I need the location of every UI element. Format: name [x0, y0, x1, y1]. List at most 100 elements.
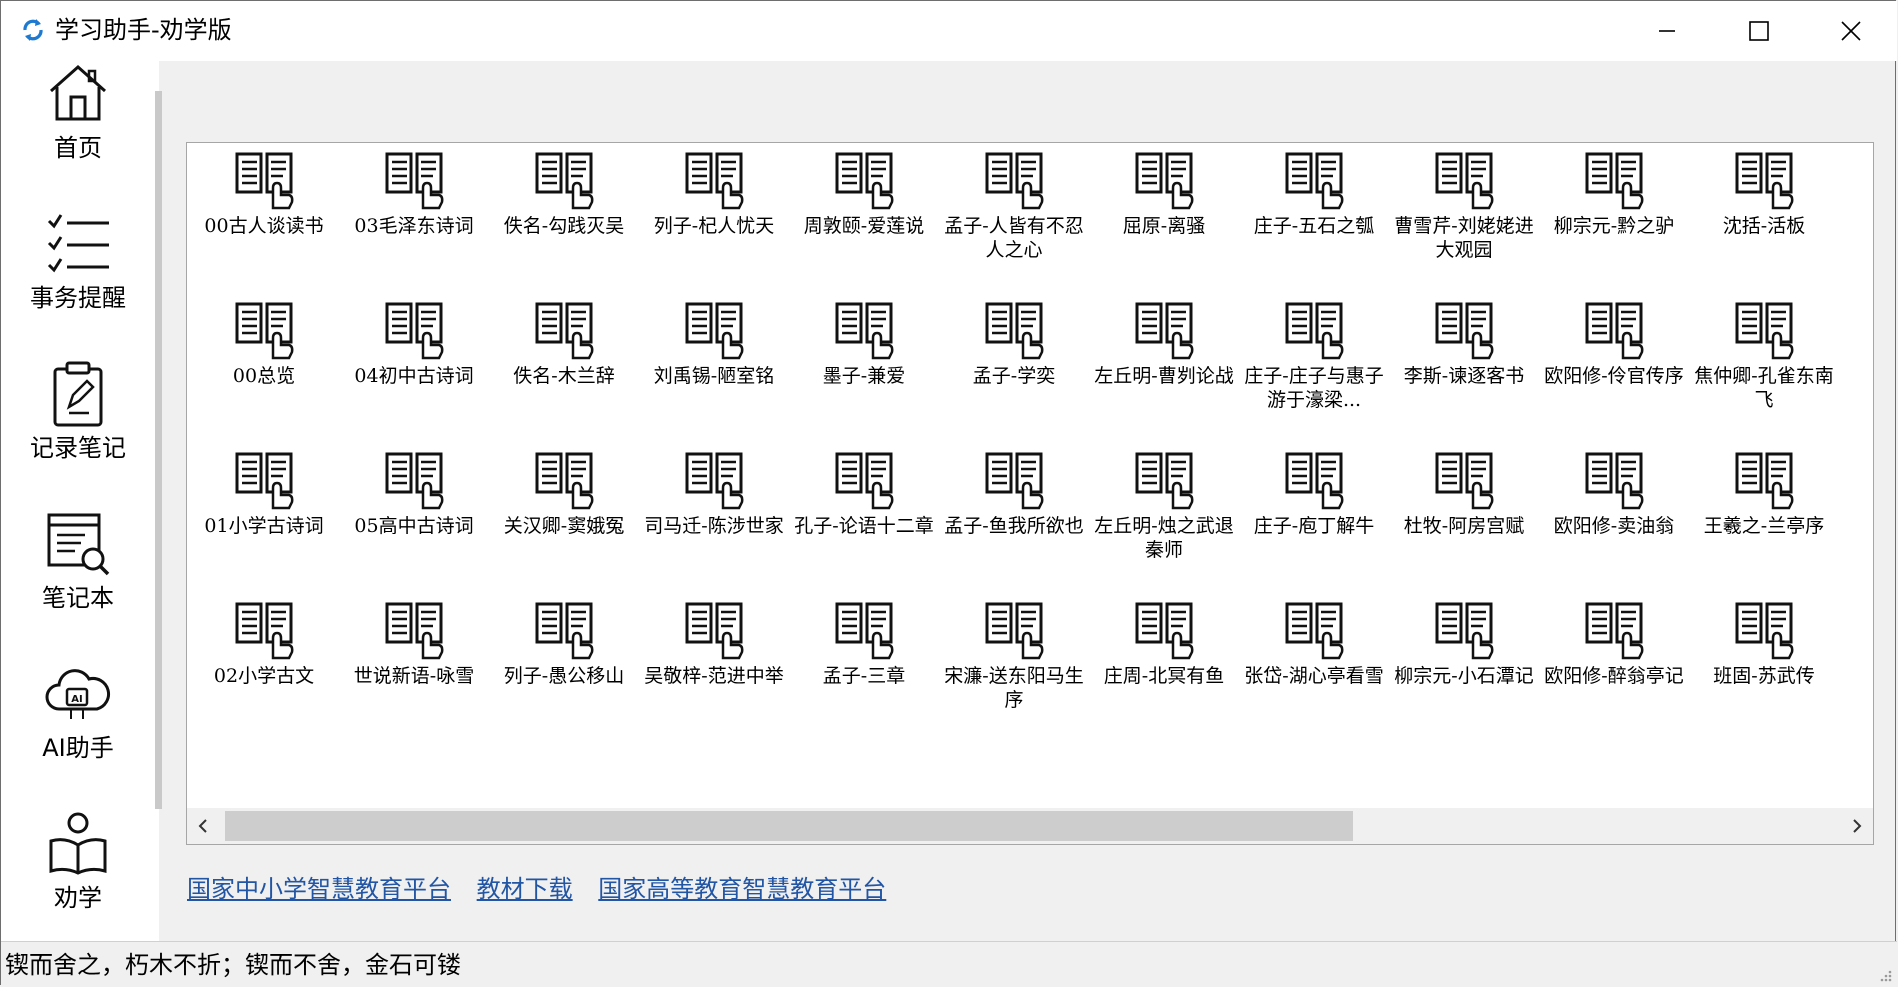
file-item[interactable]: 欧阳修-醉翁亭记 [1539, 598, 1689, 728]
sidebar: 首页 事务提醒 记录笔记 笔记本 AI AI助手 劝学 [1, 61, 159, 941]
file-item[interactable]: 孟子-鱼我所欲也 [939, 448, 1089, 578]
file-item[interactable]: 庄子-庄子与惠子游于濠梁... [1239, 298, 1389, 428]
scroll-left-arrow-icon[interactable] [193, 816, 213, 836]
file-item[interactable]: 罗 [1839, 448, 1873, 578]
file-item[interactable]: 苏 [1839, 598, 1873, 728]
sidebar-item-record-notes[interactable]: 记录笔记 [1, 361, 155, 501]
file-item[interactable]: 00总览 [189, 298, 339, 428]
file-item[interactable]: 05高中古诗词 [339, 448, 489, 578]
file-item[interactable]: 04初中古诗词 [339, 298, 489, 428]
file-item[interactable]: 礼 [1839, 148, 1873, 278]
status-quote: 锲而舍之，朽木不折；锲而不舍，金石可镂 [5, 951, 461, 979]
book-touch-icon [1735, 602, 1794, 660]
file-item[interactable]: 左丘明-烛之武退秦师 [1089, 448, 1239, 578]
file-item[interactable]: 司马迁-陈涉世家 [639, 448, 789, 578]
file-item[interactable]: 左丘明-曹刿论战 [1089, 298, 1239, 428]
file-item[interactable]: 佚名-勾践灭吴 [489, 148, 639, 278]
book-touch-icon [535, 302, 594, 360]
file-item[interactable]: 欧阳修-卖油翁 [1539, 448, 1689, 578]
file-item[interactable]: 宋濂-送东阳马生序 [939, 598, 1089, 728]
file-name-label: 孟子-三章 [822, 665, 906, 687]
maximize-button[interactable] [1713, 1, 1805, 61]
book-touch-icon [1585, 152, 1644, 210]
file-item[interactable]: 03毛泽东诗词 [339, 148, 489, 278]
reader-icon [49, 812, 107, 875]
file-item[interactable]: 屈原-离骚 [1089, 148, 1239, 278]
file-item[interactable]: 王羲之-兰亭序 [1689, 448, 1839, 578]
file-item[interactable]: 佚名-木兰辞 [489, 298, 639, 428]
book-touch-icon [985, 152, 1044, 210]
file-item[interactable]: 02小学古文 [189, 598, 339, 728]
file-item[interactable]: 孟子-三章 [789, 598, 939, 728]
scroll-right-arrow-icon[interactable] [1847, 816, 1867, 836]
book-touch-icon [1585, 302, 1644, 360]
file-item[interactable]: 世说新语-咏雪 [339, 598, 489, 728]
file-item[interactable]: 曹雪芹-刘姥姥进大观园 [1389, 148, 1539, 278]
book-touch-icon [835, 452, 894, 510]
sidebar-item-encourage-study[interactable]: 劝学 [1, 811, 155, 951]
horizontal-scrollbar[interactable] [187, 808, 1873, 844]
sidebar-scrollbar[interactable] [155, 91, 162, 809]
file-item[interactable]: 00古人谈读书 [189, 148, 339, 278]
file-item[interactable]: 杜牧-阿房宫赋 [1389, 448, 1539, 578]
book-touch-icon [385, 152, 444, 210]
book-touch-icon [1285, 302, 1344, 360]
file-name-label: 罗 [1839, 514, 1873, 538]
file-name-label: 欧阳修-伶官传序 [1544, 365, 1684, 387]
file-name-label: 00古人谈读书 [204, 215, 324, 237]
file-name-label: 02小学古文 [213, 665, 315, 687]
file-item[interactable]: 班固-苏武传 [1689, 598, 1839, 728]
file-item[interactable]: 李斯-谏逐客书 [1389, 298, 1539, 428]
book-touch-icon [1435, 302, 1494, 360]
minimize-button[interactable] [1621, 1, 1713, 61]
file-item[interactable]: 庄周-北冥有鱼 [1089, 598, 1239, 728]
file-item[interactable]: 01小学古诗词 [189, 448, 339, 578]
maximize-icon [1749, 21, 1769, 41]
close-button[interactable] [1805, 1, 1897, 61]
file-item[interactable]: 周敦颐-爱莲说 [789, 148, 939, 278]
book-touch-icon [1285, 452, 1344, 510]
link-textbook-download[interactable]: 教材下载 [477, 875, 573, 903]
file-name-label: 孔子-论语十二章 [794, 515, 934, 537]
file-item[interactable]: 墨子-兼爱 [789, 298, 939, 428]
book-touch-icon [385, 602, 444, 660]
file-item[interactable]: 张岱-湖心亭看雪 [1239, 598, 1389, 728]
sidebar-item-ai-assistant[interactable]: AI AI助手 [1, 661, 155, 801]
file-name-label: 05高中古诗词 [354, 515, 474, 537]
sidebar-item-notebook[interactable]: 笔记本 [1, 511, 155, 651]
file-name-label: 沈括-活板 [1722, 215, 1806, 237]
file-item[interactable]: 礼 [1839, 298, 1873, 428]
file-item[interactable]: 吴敬梓-范进中举 [639, 598, 789, 728]
file-item[interactable]: 沈括-活板 [1689, 148, 1839, 278]
file-name-label: 左丘明-烛之武退秦师 [1094, 515, 1234, 561]
file-item[interactable]: 柳宗元-黔之驴 [1539, 148, 1689, 278]
file-name-label: 关汉卿-窦娥冤 [503, 515, 625, 537]
file-item[interactable]: 孔子-论语十二章 [789, 448, 939, 578]
file-name-label: 周敦颐-爱莲说 [803, 215, 925, 237]
resize-grip-icon[interactable] [1877, 967, 1893, 983]
file-name-label: 左丘明-曹刿论战 [1094, 365, 1234, 387]
file-item[interactable]: 刘禹锡-陋室铭 [639, 298, 789, 428]
file-item[interactable]: 列子-愚公移山 [489, 598, 639, 728]
file-item[interactable]: 关汉卿-窦娥冤 [489, 448, 639, 578]
link-national-higher-ed-platform[interactable]: 国家高等教育智慧教育平台 [598, 875, 886, 903]
file-item[interactable]: 孟子-人皆有不忍人之心 [939, 148, 1089, 278]
file-item[interactable]: 列子-杞人忧天 [639, 148, 789, 278]
file-name-label: 庄子-庖丁解牛 [1253, 515, 1375, 537]
file-item[interactable]: 孟子-学奕 [939, 298, 1089, 428]
file-name-label: 佚名-木兰辞 [513, 365, 615, 387]
scrollbar-thumb[interactable] [225, 811, 1353, 841]
file-item[interactable]: 庄子-五石之瓠 [1239, 148, 1389, 278]
file-item[interactable]: 庄子-庖丁解牛 [1239, 448, 1389, 578]
sidebar-item-reminders[interactable]: 事务提醒 [1, 211, 155, 351]
link-national-k12-platform[interactable]: 国家中小学智慧教育平台 [187, 875, 451, 903]
book-touch-icon [985, 302, 1044, 360]
sidebar-item-home[interactable]: 首页 [1, 61, 155, 201]
file-item[interactable]: 欧阳修-伶官传序 [1539, 298, 1689, 428]
file-name-label: 墨子-兼爱 [822, 365, 906, 387]
svg-text:AI: AI [71, 694, 82, 705]
file-item[interactable]: 柳宗元-小石潭记 [1389, 598, 1539, 728]
file-name-label: 欧阳修-卖油翁 [1553, 515, 1675, 537]
book-touch-icon [685, 152, 744, 210]
file-item[interactable]: 焦仲卿-孔雀东南飞 [1689, 298, 1839, 428]
